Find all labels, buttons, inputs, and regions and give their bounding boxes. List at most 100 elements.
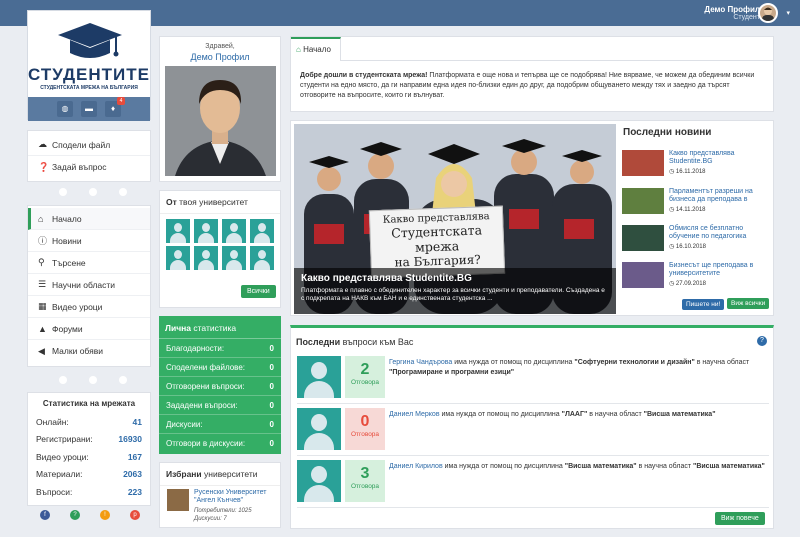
- globe-icon[interactable]: ◍: [57, 101, 73, 117]
- nav-item-search[interactable]: ⚲ Търсене: [28, 252, 150, 274]
- news-thumbnail: [622, 225, 664, 251]
- info-icon: ⓘ: [38, 236, 48, 246]
- question-mid: в научна област: [694, 359, 750, 366]
- sign-line-2: Студентската мрежа: [390, 222, 483, 255]
- stat-value: 167: [127, 451, 142, 462]
- brand-name: СТУДЕНТИТЕ: [28, 65, 151, 84]
- stat-row: Онлайн: 41: [36, 413, 142, 431]
- clock-icon: ◷: [669, 244, 675, 250]
- answers-number: 0: [360, 413, 370, 430]
- all-news-button[interactable]: Виж всички: [727, 298, 770, 309]
- news-item[interactable]: Парламентът разреши на бизнеса да препод…: [622, 188, 772, 218]
- more-questions-button[interactable]: Виж повече: [715, 512, 765, 525]
- news-date: ◷ 27.09.2018: [669, 280, 706, 287]
- chevron-down-icon[interactable]: ▾: [786, 9, 790, 17]
- stat-row[interactable]: Дискусии: 0: [159, 415, 281, 434]
- user-menu[interactable]: Демо Профил Студент: [704, 5, 760, 21]
- member-avatar[interactable]: [166, 219, 190, 243]
- question-pre: има нужда от помощ по дисциплина: [439, 411, 562, 418]
- tab-home[interactable]: ⌂ Начало: [291, 37, 341, 61]
- university-title: От твоя университет: [160, 191, 280, 214]
- nav-item-science-fields[interactable]: ☰ Научни области: [28, 274, 150, 296]
- member-avatar[interactable]: [194, 246, 218, 270]
- search-icon: ⚲: [38, 257, 45, 267]
- answers-count: 0 Отговора: [345, 408, 385, 450]
- question-text[interactable]: Гергина Чандърова има нужда от помощ по …: [389, 358, 767, 378]
- question-row: 0 Отговора Даниел Мерков има нужда от по…: [297, 408, 769, 456]
- news-date-text: 27.09.2018: [675, 281, 706, 287]
- help-icon[interactable]: ?: [757, 336, 767, 346]
- stat-row[interactable]: Зададени въпроси: 0: [159, 396, 281, 415]
- all-members-button[interactable]: Всички: [241, 285, 276, 298]
- personal-stats: Лична статистика Благодарности: 0 Споделе…: [159, 316, 281, 454]
- question-user[interactable]: Даниел Мерков: [389, 411, 440, 418]
- welcome-panel: ⌂ Начало Добре дошли в студентската мреж…: [290, 36, 774, 112]
- question-user[interactable]: Гергина Чандърова: [389, 359, 452, 366]
- news-item[interactable]: Обмисля се безплатно обучение по педагог…: [622, 225, 772, 255]
- write-us-button[interactable]: Пишете ни!: [682, 299, 725, 310]
- university-discussions: Дискусии: 7: [194, 516, 227, 522]
- alert-icon[interactable]: !: [100, 510, 110, 520]
- question-discipline: "ЛААГ": [561, 411, 588, 418]
- nav-item-news[interactable]: ⓘ Новини: [28, 230, 150, 252]
- avatar[interactable]: [758, 3, 778, 23]
- stat-label: Споделени файлове:: [166, 362, 245, 372]
- stat-row[interactable]: Споделени файлове: 0: [159, 358, 281, 377]
- share-file-button[interactable]: ☁ Сподели файл: [28, 134, 150, 156]
- member-avatar[interactable]: [250, 219, 274, 243]
- news-title[interactable]: Какво представлява Studentite.BG: [669, 150, 773, 166]
- stat-row[interactable]: Отговорени въпроси: 0: [159, 377, 281, 396]
- news-title[interactable]: Обмисля се безплатно обучение по педагог…: [669, 225, 773, 241]
- answers-number: 3: [360, 465, 370, 482]
- news-item[interactable]: Бизнесът ще преподава в университетите ◷…: [622, 262, 772, 292]
- university-image[interactable]: [167, 489, 189, 511]
- bell-icon[interactable]: ♦ 4: [105, 97, 125, 117]
- question-field: "Висша математика": [643, 411, 716, 418]
- news-item[interactable]: Какво представлява Studentite.BG ◷ 16.11…: [622, 150, 772, 180]
- news-date-text: 16.11.2018: [675, 169, 706, 175]
- ask-question-button[interactable]: ❓ Задай въпрос: [28, 156, 150, 178]
- member-avatar[interactable]: [222, 246, 246, 270]
- question-user[interactable]: Даниел Кирилов: [389, 463, 443, 470]
- answers-number: 2: [360, 361, 370, 378]
- university-name-link[interactable]: Русенски Университет "Ангел Кънчев": [194, 489, 280, 505]
- nav-item-classifieds[interactable]: ◀ Малки обяви: [28, 340, 150, 362]
- question-text[interactable]: Даниел Мерков има нужда от помощ по дисц…: [389, 410, 767, 420]
- brand-subtitle: СТУДЕНТСКАТА МРЕЖА НА БЪЛГАРИЯ: [40, 85, 138, 91]
- nav-item-home[interactable]: ⌂ Начало: [28, 208, 150, 230]
- question-text[interactable]: Даниел Кирилов има нужда от помощ по дис…: [389, 462, 767, 472]
- member-avatar[interactable]: [222, 219, 246, 243]
- stat-row[interactable]: Отговори в дискусии: 0: [159, 434, 281, 453]
- question-row: 3 Отговора Даниел Кирилов има нужда от п…: [297, 460, 769, 508]
- user-avatar[interactable]: [297, 460, 341, 502]
- site-logo[interactable]: СТУДЕНТИТЕ СТУДЕНТСКАТА МРЕЖА НА БЪЛГАРИ…: [27, 10, 151, 121]
- news-date: ◷ 16.11.2018: [669, 168, 706, 175]
- member-avatars: [166, 219, 276, 270]
- main-nav: ⌂ Начало ⓘ Новини ⚲ Търсене ☰ Научни обл…: [27, 205, 151, 367]
- nav-item-video-lessons[interactable]: ▦ Видео уроци: [28, 296, 150, 318]
- nav-item-forums[interactable]: ▲ Форуми: [28, 318, 150, 340]
- profile-name-link[interactable]: Демо Профил: [160, 52, 280, 62]
- help-icon[interactable]: ?: [70, 510, 80, 520]
- facebook-icon[interactable]: f: [40, 510, 50, 520]
- stat-label: Материали:: [36, 469, 83, 480]
- title-rest: въпроси към Вас: [340, 337, 414, 347]
- featured-news[interactable]: Какво представлява Студентската мрежа на…: [294, 124, 616, 314]
- chat-icon[interactable]: ▬: [81, 101, 97, 117]
- pinterest-icon[interactable]: p: [130, 510, 140, 520]
- nav-label: Научни области: [52, 279, 116, 290]
- question-field: "Висша математика": [693, 463, 765, 470]
- user-avatar[interactable]: [297, 356, 341, 398]
- news-title[interactable]: Парламентът разреши на бизнеса да препод…: [669, 188, 773, 204]
- news-date: ◷ 14.11.2018: [669, 206, 706, 213]
- member-avatar[interactable]: [166, 246, 190, 270]
- member-avatar[interactable]: [194, 219, 218, 243]
- profile-photo[interactable]: [165, 66, 276, 176]
- news-title[interactable]: Бизнесът ще преподава в университетите: [669, 262, 773, 278]
- question-discipline: "Висша математика": [564, 463, 637, 470]
- hero-title[interactable]: Какво представлява Studentite.BG: [301, 273, 609, 284]
- user-avatar[interactable]: [297, 408, 341, 450]
- member-avatar[interactable]: [250, 246, 274, 270]
- stat-row[interactable]: Благодарности: 0: [159, 339, 281, 358]
- tab-divider: [341, 60, 774, 61]
